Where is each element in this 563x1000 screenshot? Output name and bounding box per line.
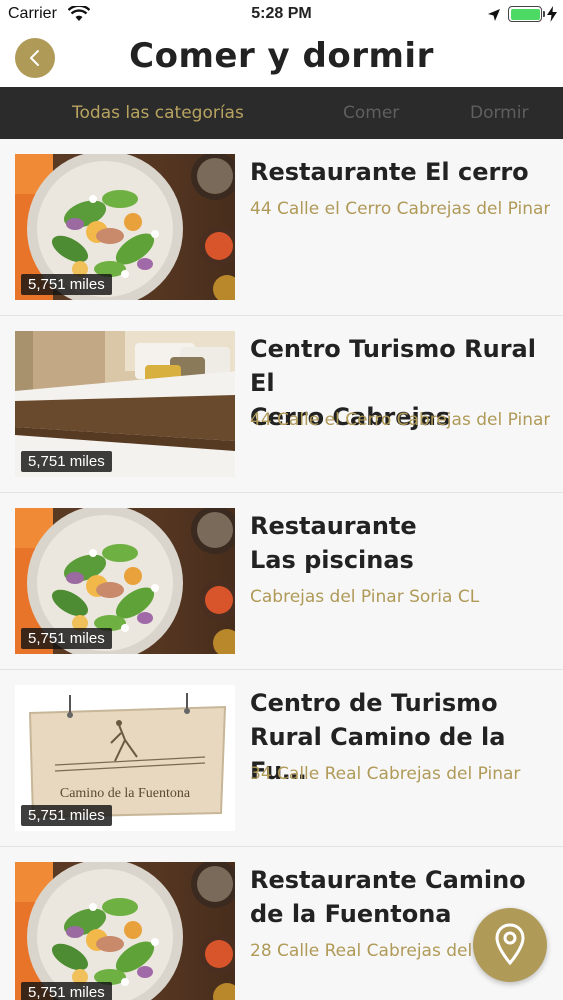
- map-pin-icon: [495, 923, 525, 966]
- status-bar: Carrier 5:28 PM: [0, 0, 563, 30]
- salad-photo: 5,751 miles: [15, 862, 235, 1000]
- map-button[interactable]: [473, 908, 547, 982]
- clock: 5:28 PM: [251, 5, 312, 22]
- category-tabs: Todas las categorías Comer Dormir: [0, 87, 563, 139]
- wooden-sign-logo: Camino de la Fuentona 5,751 miles: [15, 685, 235, 831]
- sign-logo-text: Camino de la Fuentona: [60, 786, 191, 801]
- list-item[interactable]: 5,751 miles Restaurante Las piscinas Cab…: [0, 493, 563, 670]
- location-arrow-icon: [487, 7, 501, 26]
- battery-icon: [508, 6, 542, 22]
- battery-tip: [543, 11, 545, 17]
- place-address: 44 Calle el Cerro Cabrejas del Pinar: [250, 410, 550, 430]
- charging-bolt-icon: [547, 6, 557, 26]
- list-item[interactable]: 5,751 miles Centro Turismo Rural El Cerr…: [0, 316, 563, 493]
- salad-photo: 5,751 miles: [15, 508, 235, 654]
- distance-badge: 5,751 miles: [21, 274, 112, 295]
- page-title: Comer y dormir: [129, 36, 434, 76]
- tab-comer[interactable]: Comer: [343, 103, 399, 123]
- distance-badge: 5,751 miles: [21, 982, 112, 1000]
- distance-badge: 5,751 miles: [21, 805, 112, 826]
- places-list: 5,751 miles Restaurante El cerro 44 Call…: [0, 139, 563, 1000]
- nav-header: Comer y dormir: [0, 30, 563, 87]
- place-name: Restaurante Las piscinas: [250, 512, 417, 574]
- list-item[interactable]: 5,751 miles Restaurante El cerro 44 Call…: [0, 139, 563, 316]
- list-item[interactable]: Camino de la Fuentona 5,751 miles Centro…: [0, 670, 563, 847]
- salad-photo: 5,751 miles: [15, 154, 235, 300]
- tab-dormir[interactable]: Dormir: [470, 103, 528, 123]
- distance-badge: 5,751 miles: [21, 451, 112, 472]
- tab-all-categories[interactable]: Todas las categorías: [72, 103, 244, 123]
- place-name: Restaurante El cerro: [250, 158, 529, 186]
- distance-badge: 5,751 miles: [21, 628, 112, 649]
- place-address: 44 Calle el Cerro Cabrejas del Pinar: [250, 199, 550, 219]
- bed-photo: 5,751 miles: [15, 331, 235, 477]
- place-address: 34 Calle Real Cabrejas del Pinar: [250, 764, 521, 784]
- place-address: Cabrejas del Pinar Soria CL: [250, 587, 480, 607]
